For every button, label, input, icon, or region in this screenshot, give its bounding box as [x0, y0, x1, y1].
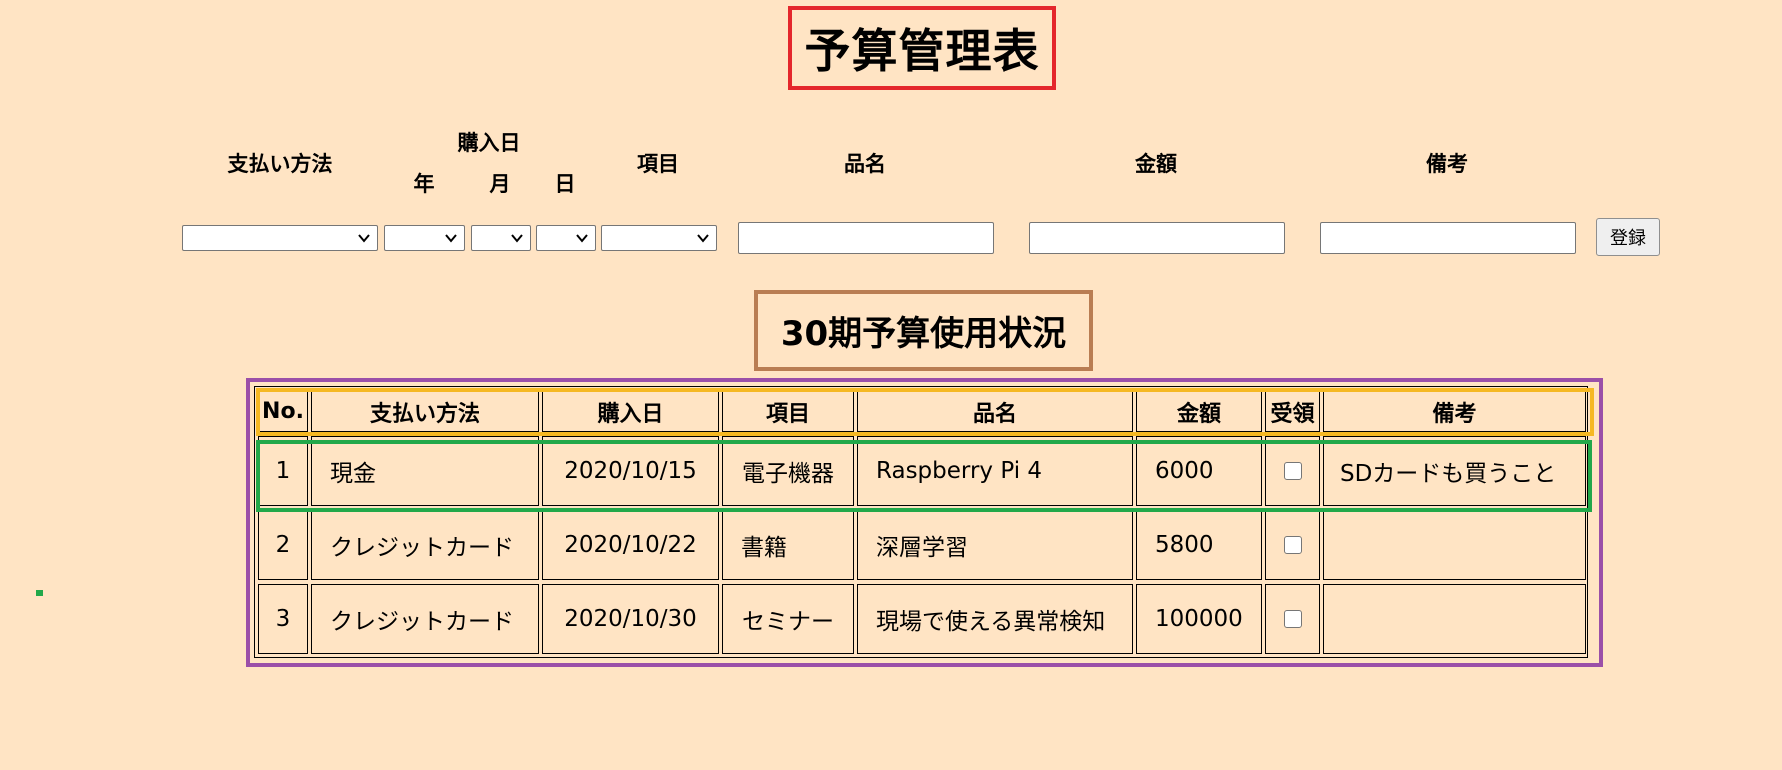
table-cell-category: 電子機器: [722, 436, 854, 506]
chevron-down-icon: [358, 234, 370, 243]
chevron-down-icon: [511, 234, 523, 243]
received-checkbox[interactable]: [1283, 536, 1302, 554]
day-select[interactable]: [536, 225, 596, 251]
table-header-notes: 備考: [1323, 391, 1586, 432]
table-cell-payment: 現金: [311, 436, 539, 506]
table-cell-category: セミナー: [722, 584, 854, 654]
payment-method-select[interactable]: [182, 225, 378, 251]
year-select[interactable]: [384, 225, 465, 251]
table-cell-date: 2020/10/15: [542, 436, 719, 506]
table-header-payment-method: 支払い方法: [311, 391, 539, 432]
notes-input[interactable]: [1320, 222, 1576, 254]
table-cell-payment: クレジットカード: [311, 510, 539, 580]
table-cell-notes: [1323, 584, 1586, 654]
page: 予算管理表 支払い方法 購入日 年 月 日 項目 品名 金額 備考 登録 30期…: [0, 0, 1782, 770]
table-cell-amount: 5800: [1136, 510, 1262, 580]
label-item-name: 品名: [844, 152, 886, 176]
table-header-item-name: 品名: [857, 391, 1133, 432]
table-header-purchase-date: 購入日: [542, 391, 719, 432]
label-purchase-date: 購入日: [457, 131, 521, 155]
table-cell-payment: クレジットカード: [311, 584, 539, 654]
table-cell-received: [1265, 584, 1320, 654]
table-cell-item: 現場で使える異常検知: [857, 584, 1133, 654]
section-title: 30期予算使用状況: [754, 290, 1093, 371]
label-amount: 金額: [1135, 152, 1177, 176]
table-cell-category: 書籍: [722, 510, 854, 580]
table-cell-received: [1265, 510, 1320, 580]
table-cell-item: 深層学習: [857, 510, 1133, 580]
label-notes: 備考: [1426, 152, 1468, 176]
table-cell-no: 3: [258, 584, 308, 654]
label-month: 月: [489, 172, 511, 196]
amount-input[interactable]: [1029, 222, 1285, 254]
table-cell-amount: 100000: [1136, 584, 1262, 654]
month-select[interactable]: [471, 225, 531, 251]
received-checkbox[interactable]: [1283, 610, 1302, 628]
received-checkbox[interactable]: [1283, 462, 1302, 480]
page-title: 予算管理表: [788, 6, 1056, 90]
category-select[interactable]: [601, 225, 717, 251]
label-day: 日: [554, 172, 576, 196]
chevron-down-icon: [445, 234, 457, 243]
marker-dot: [36, 590, 43, 596]
item-name-input[interactable]: [738, 222, 994, 254]
table-cell-notes: [1323, 510, 1586, 580]
table-cell-no: 2: [258, 510, 308, 580]
chevron-down-icon: [576, 234, 588, 243]
table-cell-notes: SDカードも買うこと: [1323, 436, 1586, 506]
table-cell-date: 2020/10/30: [542, 584, 719, 654]
label-year: 年: [413, 172, 435, 196]
register-button[interactable]: 登録: [1596, 218, 1660, 256]
table-cell-received: [1265, 436, 1320, 506]
table-header-no: No.: [258, 391, 308, 432]
table-cell-item: Raspberry Pi 4: [857, 436, 1133, 506]
chevron-down-icon: [697, 234, 709, 243]
label-payment-method: 支払い方法: [227, 152, 333, 176]
table-header-amount: 金額: [1136, 391, 1262, 432]
label-category: 項目: [637, 152, 679, 176]
table-header-category: 項目: [722, 391, 854, 432]
table-header-received: 受領: [1265, 391, 1320, 432]
table-cell-amount: 6000: [1136, 436, 1262, 506]
table-cell-no: 1: [258, 436, 308, 506]
table-cell-date: 2020/10/22: [542, 510, 719, 580]
